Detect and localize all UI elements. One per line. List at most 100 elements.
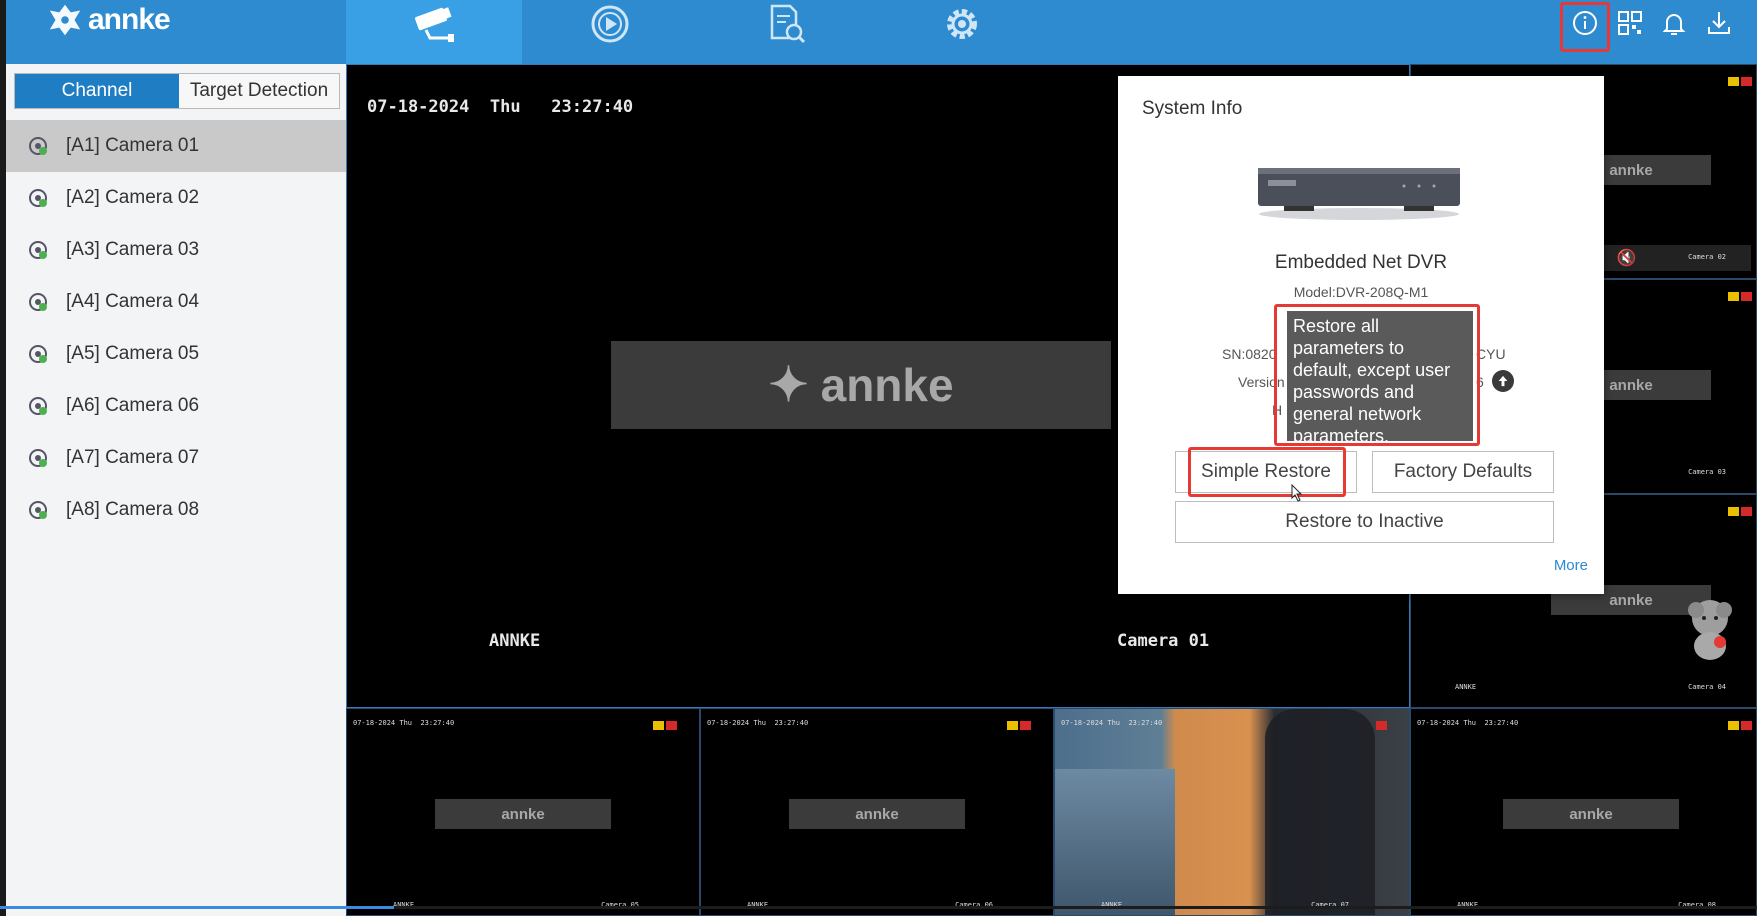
- camera-online-icon: [29, 293, 47, 311]
- camera-online-icon: [29, 189, 47, 207]
- alert-badge-icon: [1728, 292, 1739, 301]
- download-icon: [1708, 12, 1730, 34]
- tab-channel[interactable]: Channel: [15, 74, 179, 108]
- video-pane-camera-07[interactable]: 07-18-2024 Thu 23:27:40 ANNKE Camera 07: [1054, 708, 1410, 916]
- watermark-text: annke: [820, 359, 954, 411]
- watermark-text: annke: [1609, 161, 1653, 179]
- info-highlight-box: [1560, 2, 1610, 52]
- tab-search[interactable]: [698, 0, 874, 64]
- camera-name: [A7] Camera 07: [66, 447, 200, 468]
- camera-online-icon: [29, 449, 47, 467]
- status-badges: [1728, 721, 1752, 730]
- osd-date: 07-18-2024 Thu: [1061, 719, 1121, 727]
- status-badges: [1728, 507, 1752, 516]
- camera-list-item[interactable]: [A8] Camera 08: [6, 484, 346, 536]
- popup-title: System Info: [1142, 98, 1243, 119]
- tab-live-view[interactable]: [346, 0, 522, 64]
- watermark-text: annke: [1569, 805, 1613, 823]
- restore-to-inactive-button[interactable]: Restore to Inactive: [1175, 501, 1554, 543]
- main-osd-datetime: 07-18-2024 Thu 23:27:40: [367, 97, 633, 117]
- device-sn-prefix: SN:0820: [1222, 346, 1277, 362]
- channel-sidebar: Channel Target Detection [A1] Camera 01 …: [6, 64, 346, 916]
- mute-icon[interactable]: 🔇: [1617, 248, 1637, 268]
- osd-date: 07-18-2024 Thu: [1417, 719, 1477, 727]
- tab-playback[interactable]: [522, 0, 698, 64]
- camera-online-icon: [29, 241, 47, 259]
- arrow-up-icon: [1498, 375, 1508, 387]
- alarm-badge-icon: [666, 721, 677, 730]
- cctv-camera-icon: [415, 7, 454, 42]
- qr-code-icon: [1618, 11, 1642, 35]
- office-scene: [1055, 769, 1175, 915]
- pane-camera-label: Camera 03: [1688, 468, 1726, 476]
- alarm-badge-icon: [1741, 721, 1752, 730]
- camera-list-item[interactable]: [A3] Camera 03: [6, 224, 346, 276]
- logo-text: annke: [88, 3, 171, 36]
- status-badges: [1728, 292, 1752, 301]
- osd-time: 23:27:40: [420, 719, 455, 727]
- video-pane-camera-08[interactable]: 07-18-2024 Thu 23:27:40 annke ANNKE Came…: [1410, 708, 1757, 916]
- alert-badge-icon: [653, 721, 664, 730]
- playback-icon: [591, 5, 629, 43]
- notification-button[interactable]: [1657, 6, 1691, 40]
- camera-list-item[interactable]: [A5] Camera 05: [6, 328, 346, 380]
- simple-restore-highlight-box: [1188, 447, 1346, 497]
- camera-list-item[interactable]: [A1] Camera 01: [6, 120, 346, 172]
- camera-online-icon: [29, 501, 47, 519]
- annke-watermark: annke: [435, 799, 611, 829]
- camera-list-item[interactable]: [A4] Camera 04: [6, 276, 346, 328]
- camera-name: [A6] Camera 06: [66, 395, 200, 416]
- osd-time: 23:27:40: [551, 97, 634, 117]
- osd-date: 07-18-2024 Thu: [353, 719, 413, 727]
- system-info-popup: System Info Embedded Net DVR Model:DVR-2…: [1118, 76, 1604, 594]
- pane-osd: 07-18-2024 Thu 23:27:40: [1061, 719, 1162, 727]
- camera-list-item[interactable]: [A7] Camera 07: [6, 432, 346, 484]
- file-search-icon: [770, 4, 806, 44]
- camera-online-icon: [29, 397, 47, 415]
- upgrade-button[interactable]: [1492, 370, 1514, 392]
- pane-camera-label: Camera 02: [1688, 253, 1726, 261]
- camera-name: [A5] Camera 05: [66, 343, 200, 364]
- factory-defaults-button[interactable]: Factory Defaults: [1372, 451, 1554, 493]
- office-chair: [1265, 709, 1375, 915]
- pane-osd: 07-18-2024 Thu 23:27:40: [707, 719, 808, 727]
- pane-left-label: ANNKE: [1455, 683, 1477, 691]
- sidebar-tabs: Channel Target Detection: [14, 73, 340, 109]
- status-badges: [1376, 721, 1387, 730]
- alert-badge-icon: [1007, 721, 1018, 730]
- video-pane-camera-06[interactable]: 07-18-2024 Thu 23:27:40 annke ANNKE Came…: [700, 708, 1054, 916]
- status-badges: [1007, 721, 1031, 730]
- dvr-device-icon: [1258, 168, 1460, 220]
- osd-day: Thu: [489, 97, 521, 117]
- tab-settings[interactable]: [874, 0, 1050, 64]
- annke-logo: annke: [46, 2, 171, 38]
- alert-badge-icon: [1728, 721, 1739, 730]
- camera-name: [A2] Camera 02: [66, 187, 200, 208]
- video-pane-camera-05[interactable]: 07-18-2024 Thu 23:27:40 annke ANNKE Came…: [346, 708, 700, 916]
- qr-code-button[interactable]: [1613, 6, 1647, 40]
- camera-list-item[interactable]: [A6] Camera 06: [6, 380, 346, 432]
- watermark-text: annke: [855, 805, 899, 823]
- mascot-sticker-icon: [1688, 600, 1732, 660]
- tooltip-highlight-box: [1274, 304, 1480, 446]
- tab-target-detection[interactable]: Target Detection: [179, 74, 339, 108]
- camera-list-item[interactable]: [A2] Camera 02: [6, 172, 346, 224]
- bell-icon: [1662, 14, 1686, 35]
- osd-time: 23:27:40: [774, 719, 809, 727]
- alert-badge-icon: [1728, 507, 1739, 516]
- camera-list: [A1] Camera 01 [A2] Camera 02 [A3] Camer…: [6, 120, 346, 536]
- alarm-badge-icon: [1020, 721, 1031, 730]
- camera-online-icon: [29, 345, 47, 363]
- pane-osd: 07-18-2024 Thu 23:27:40: [353, 719, 454, 727]
- annke-watermark: ✦ annke: [611, 341, 1111, 429]
- camera-name: [A8] Camera 08: [66, 499, 200, 520]
- download-button[interactable]: [1702, 6, 1736, 40]
- camera-name: [A4] Camera 04: [66, 291, 200, 312]
- device-sn-suffix: CYU: [1476, 346, 1506, 362]
- more-link[interactable]: More: [1554, 557, 1588, 574]
- alarm-badge-icon: [1741, 77, 1752, 86]
- pane-camera-label: Camera 04: [1688, 683, 1726, 691]
- camera-name: [A1] Camera 01: [66, 135, 200, 156]
- alert-badge-icon: [1728, 77, 1739, 86]
- window-edge: [0, 0, 6, 64]
